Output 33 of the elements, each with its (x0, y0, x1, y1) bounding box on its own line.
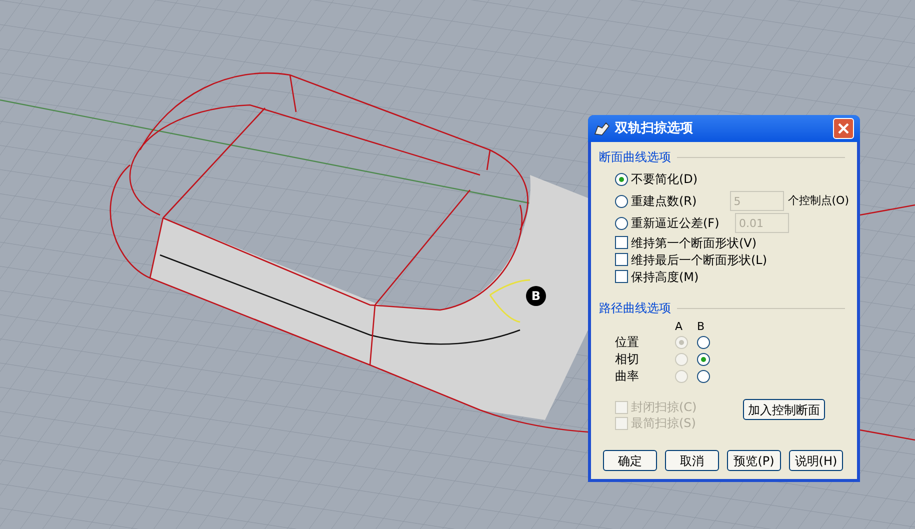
column-header: B (697, 319, 706, 334)
column-header: A (675, 319, 684, 334)
dialog-button[interactable]: 说明(H) (789, 450, 843, 471)
radio-button[interactable] (697, 353, 710, 366)
radio-label: 不要简化(D) (631, 171, 698, 188)
checkbox-label: 维持最后一个断面形状(L) (631, 252, 768, 268)
dialog-button[interactable]: 取消 (665, 450, 719, 471)
checkbox-label: 封闭扫掠(C) (631, 399, 697, 416)
section-heading: 断面曲线选项 (599, 149, 671, 166)
radio-button[interactable] (697, 336, 710, 349)
checkbox-label: 保持高度(M) (631, 268, 699, 286)
section-heading: 路径曲线选项 (599, 300, 671, 317)
add-section-button[interactable]: 加入控制断面 (743, 399, 825, 420)
dialog-button[interactable]: 确定 (603, 450, 657, 471)
dialog-button[interactable]: 预览(P) (727, 450, 781, 471)
close-icon (838, 123, 849, 134)
radio-button[interactable] (615, 194, 628, 208)
row-label: 相切 (615, 351, 640, 368)
checkbox[interactable] (615, 236, 628, 249)
radio-button[interactable] (697, 370, 710, 383)
checkbox[interactable] (615, 270, 628, 283)
close-button[interactable] (833, 118, 854, 139)
radio-button[interactable] (615, 216, 628, 230)
window-title: 双轨扫掠选项 (615, 120, 694, 138)
radio-label: 重新逼近公差(F) (631, 215, 720, 232)
checkbox-label: 维持第一个断面形状(V) (631, 234, 757, 252)
field-suffix: 个控制点(O) (788, 192, 849, 209)
radio-button[interactable] (615, 172, 628, 186)
radio-label: 重建点数(R) (631, 193, 697, 210)
row-label: 位置 (615, 334, 640, 351)
checkbox-label: 最简扫掠(S) (631, 415, 696, 432)
row-label: 曲率 (615, 368, 640, 385)
checkbox[interactable] (615, 253, 628, 266)
